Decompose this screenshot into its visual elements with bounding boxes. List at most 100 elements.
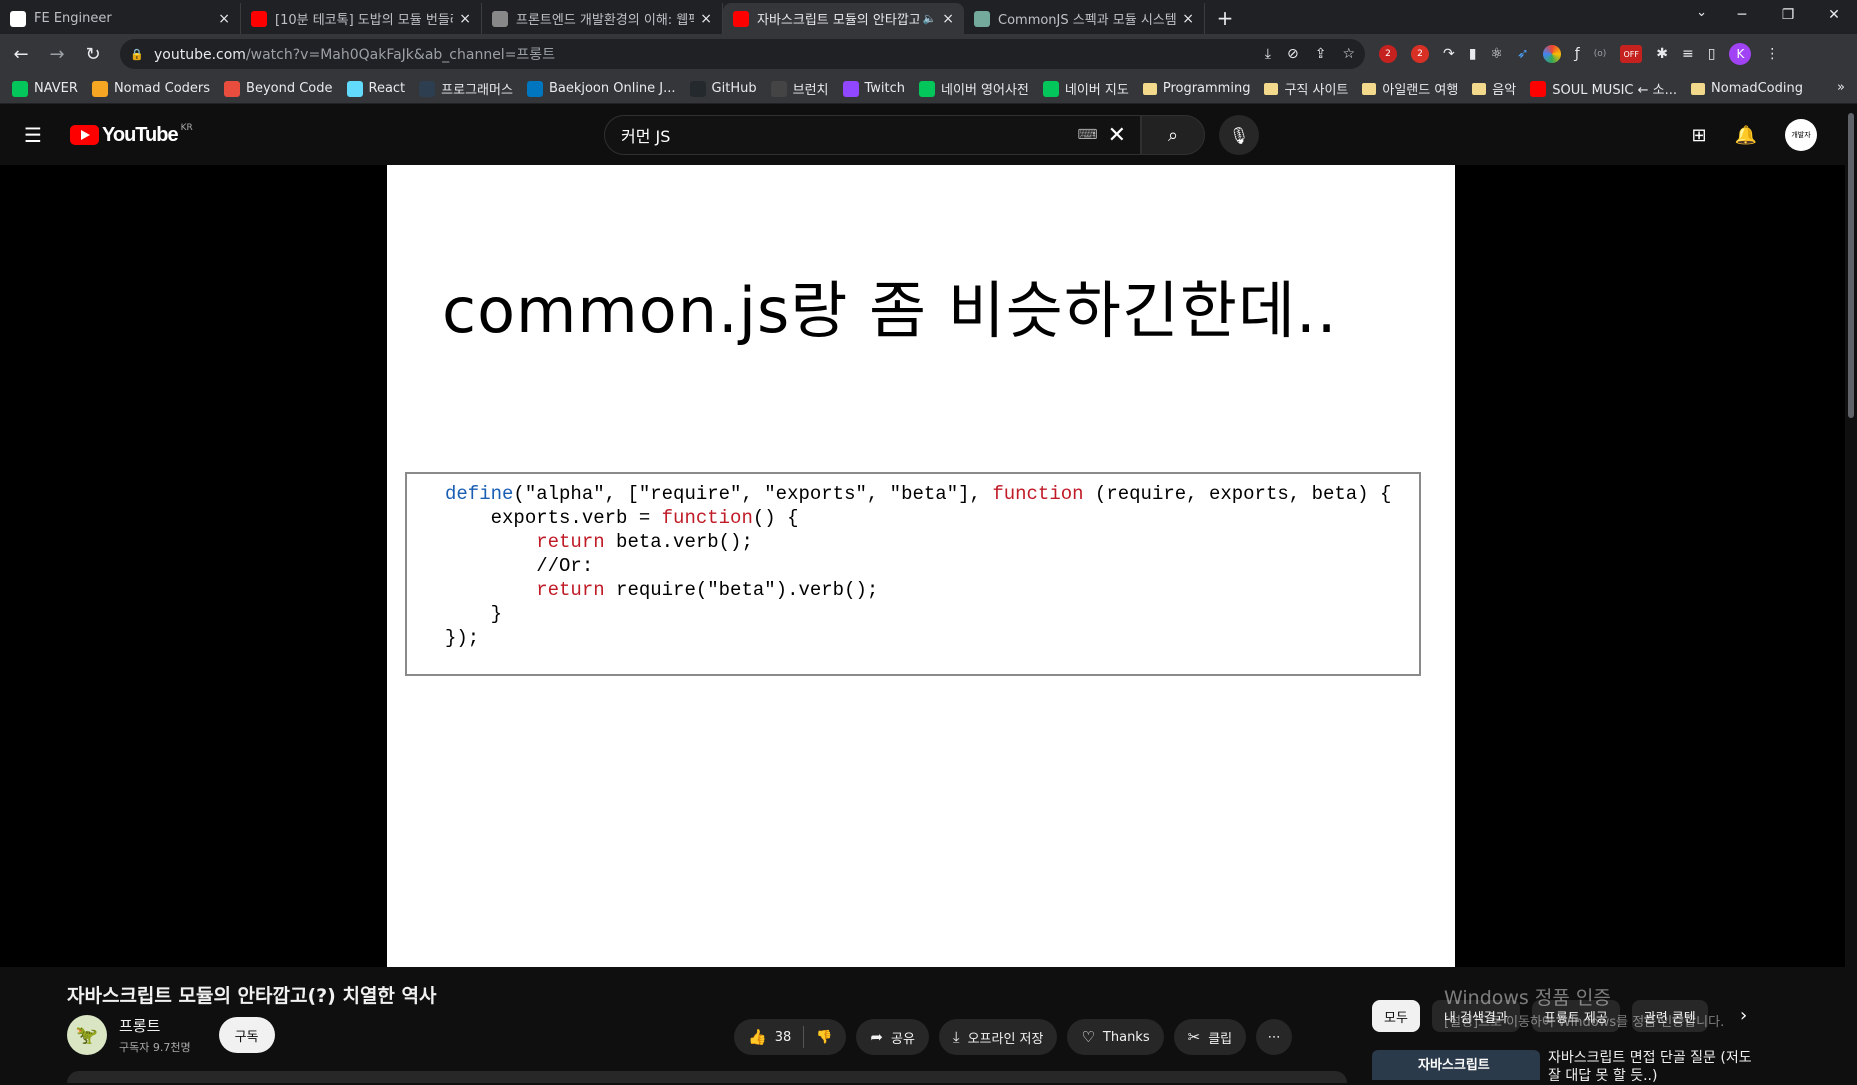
thanks-button[interactable]: ♡ Thanks (1067, 1019, 1164, 1055)
tab-search-chevron-icon[interactable]: ⌄ (1696, 5, 1707, 20)
description-box[interactable] (67, 1071, 1347, 1083)
bookmark-favicon-icon (12, 80, 28, 97)
browser-tab[interactable]: CommonJS 스펙과 모듈 시스템 × (964, 3, 1205, 34)
close-tab-icon[interactable]: × (1182, 11, 1194, 27)
profile-avatar[interactable]: K (1729, 43, 1752, 65)
thumbnail-text: 자바스크립트 (1418, 1058, 1490, 1073)
react-devtools-icon[interactable]: ⚛ (1490, 46, 1503, 62)
bookmark-item[interactable]: 네이버 지도 (1042, 79, 1129, 98)
bookmarks-bar: NAVER Nomad Coders Beyond Code React 프로그래머스 B… (0, 74, 1857, 104)
browser-tab[interactable]: 자바스크립트 모듈의 안타깝고 🔈 × (723, 3, 964, 34)
bookmark-item[interactable]: 프로그래머스 (419, 79, 513, 98)
tracking-blocked-icon[interactable]: ⊘ (1287, 46, 1299, 62)
media-list-icon[interactable]: ≡ (1682, 46, 1694, 62)
bookmark-item[interactable]: NAVER (12, 80, 78, 97)
color-picker-icon[interactable] (1542, 45, 1561, 63)
reload-icon[interactable]: ↻ (78, 44, 108, 65)
formula-icon[interactable]: ƒ (1575, 46, 1580, 62)
close-tab-icon[interactable]: × (700, 11, 712, 27)
bookmark-item[interactable]: Beyond Code (224, 80, 333, 97)
voice-search-button[interactable]: 🎙 (1219, 115, 1259, 155)
extension-arrow-icon[interactable]: ↷ (1443, 46, 1455, 62)
chip-next-chevron-icon[interactable]: › (1740, 1005, 1747, 1026)
browser-tab[interactable]: FE Engineer × (0, 3, 241, 34)
more-bookmarks-icon[interactable]: » (1837, 80, 1845, 95)
video-frame-slide: common.js랑 좀 비슷하긴한데.. define("alpha", ["… (387, 165, 1455, 967)
page-icon (492, 10, 508, 27)
code-token: require("beta").verb(); (604, 579, 879, 601)
puzzle-icon[interactable]: ✱ (1656, 46, 1668, 62)
address-bar[interactable]: 🔒 youtube.com/watch?v=Mah0QakFaJk&ab_cha… (120, 39, 1365, 69)
new-tab-button[interactable]: + (1205, 3, 1245, 34)
account-avatar[interactable]: 개발자 (1785, 119, 1817, 151)
bookmark-label: 브런치 (792, 83, 829, 98)
clip-button[interactable]: ✂ 클립 (1173, 1019, 1247, 1055)
bookmark-item[interactable]: NomadCoding (1691, 81, 1803, 96)
adblock-icon[interactable]: 2 (1411, 45, 1429, 63)
youtube-icon (251, 10, 267, 27)
channel-name[interactable]: 프롱트 (119, 1015, 191, 1036)
extension-dim-icon[interactable]: (o) (1594, 49, 1607, 59)
minimize-button[interactable]: ─ (1719, 0, 1765, 30)
back-arrow-icon[interactable]: ← (6, 44, 36, 65)
extension-bird-icon[interactable]: ➶ (1517, 46, 1529, 62)
code-token: define (445, 483, 514, 505)
share-icon[interactable]: ⇪ (1315, 46, 1327, 62)
notifications-bell-icon[interactable]: 🔔 (1735, 125, 1757, 146)
bookmark-item[interactable]: SOUL MUSIC ← 소... (1530, 79, 1677, 98)
off-toggle-icon[interactable]: OFF (1620, 45, 1643, 63)
youtube-logo[interactable]: YouTube KR (70, 123, 193, 147)
bookmark-item[interactable]: 구직 사이트 (1264, 79, 1348, 98)
subscribe-button[interactable]: 구독 (218, 1017, 275, 1053)
extension-bulb-icon[interactable]: ▮ (1469, 46, 1477, 62)
thumbs-down-icon[interactable]: 👎 (816, 1030, 832, 1045)
bookmark-item[interactable]: 음악 (1472, 79, 1516, 98)
bookmark-item[interactable]: GitHub (689, 80, 757, 97)
video-player[interactable]: common.js랑 좀 비슷하긴한데.. define("alpha", ["… (0, 165, 1845, 967)
extension-badge-icon[interactable]: 2 (1379, 45, 1397, 63)
restore-button[interactable]: ❐ (1765, 0, 1811, 30)
search-button[interactable]: ⌕ (1141, 115, 1205, 155)
close-tab-icon[interactable]: × (942, 11, 954, 27)
side-panel-icon[interactable]: ▯ (1708, 46, 1716, 62)
bookmark-item[interactable]: Nomad Coders (91, 80, 210, 97)
search-input[interactable]: 커먼 JS ⌨ ✕ (604, 115, 1141, 155)
bookmark-item[interactable]: Twitch (842, 80, 905, 97)
offline-save-button[interactable]: ⤓ 오프라인 저장 (938, 1019, 1058, 1055)
url-text[interactable]: youtube.com/watch?v=Mah0QakFaJk&ab_chann… (154, 44, 1265, 64)
bookmark-item[interactable]: React (346, 80, 405, 97)
create-video-icon[interactable]: ⊞ (1691, 125, 1706, 146)
bookmark-item[interactable]: Programming (1142, 81, 1250, 96)
scrollbar-thumb[interactable] (1848, 113, 1854, 418)
channel-avatar[interactable]: 🦖 (67, 1015, 107, 1055)
clear-search-icon[interactable]: ✕ (1108, 123, 1126, 148)
tab-title: FE Engineer (34, 11, 112, 26)
bookmark-item[interactable]: 아일랜드 여행 (1362, 79, 1458, 98)
speaker-icon[interactable]: 🔈 (923, 12, 937, 25)
browser-tab[interactable]: 프론트엔드 개발환경의 이해: 웹팩 × (482, 3, 723, 34)
browser-tab[interactable]: [10분 테코톡] 도밥의 모듈 번들러 × (241, 3, 482, 34)
install-app-icon[interactable]: ⤓ (1265, 46, 1271, 62)
bookmark-label: Baekjoon Online J... (548, 81, 676, 96)
thumbs-up-icon[interactable]: 👍 (748, 1028, 767, 1046)
bookmark-item[interactable]: 네이버 영어사전 (919, 79, 1029, 98)
bookmark-item[interactable]: Baekjoon Online J... (526, 80, 676, 97)
close-window-button[interactable]: ✕ (1811, 0, 1857, 30)
close-tab-icon[interactable]: × (218, 11, 230, 27)
lock-icon[interactable]: 🔒 (130, 48, 144, 61)
header-actions: ⊞ 🔔 개발자 (1691, 119, 1817, 151)
page-scrollbar[interactable] (1845, 105, 1857, 1080)
recommended-thumbnail[interactable]: 자바스크립트 (1372, 1050, 1540, 1080)
like-count[interactable]: 38 (775, 1030, 792, 1045)
more-actions-button[interactable]: ⋯ (1256, 1019, 1293, 1055)
bookmark-item[interactable]: 브런치 (770, 79, 829, 98)
menu-kebab-icon[interactable]: ⋮ (1765, 46, 1779, 62)
hamburger-menu-icon[interactable]: ☰ (24, 123, 48, 147)
share-button[interactable]: ➦ 공유 (856, 1019, 929, 1055)
close-tab-icon[interactable]: × (459, 11, 471, 27)
youtube-wordmark: YouTube (102, 123, 179, 146)
filter-chip[interactable]: 모두 (1372, 1000, 1420, 1032)
keyboard-icon[interactable]: ⌨ (1077, 127, 1097, 143)
forward-arrow-icon[interactable]: → (42, 44, 72, 65)
bookmark-star-icon[interactable]: ☆ (1342, 46, 1355, 62)
